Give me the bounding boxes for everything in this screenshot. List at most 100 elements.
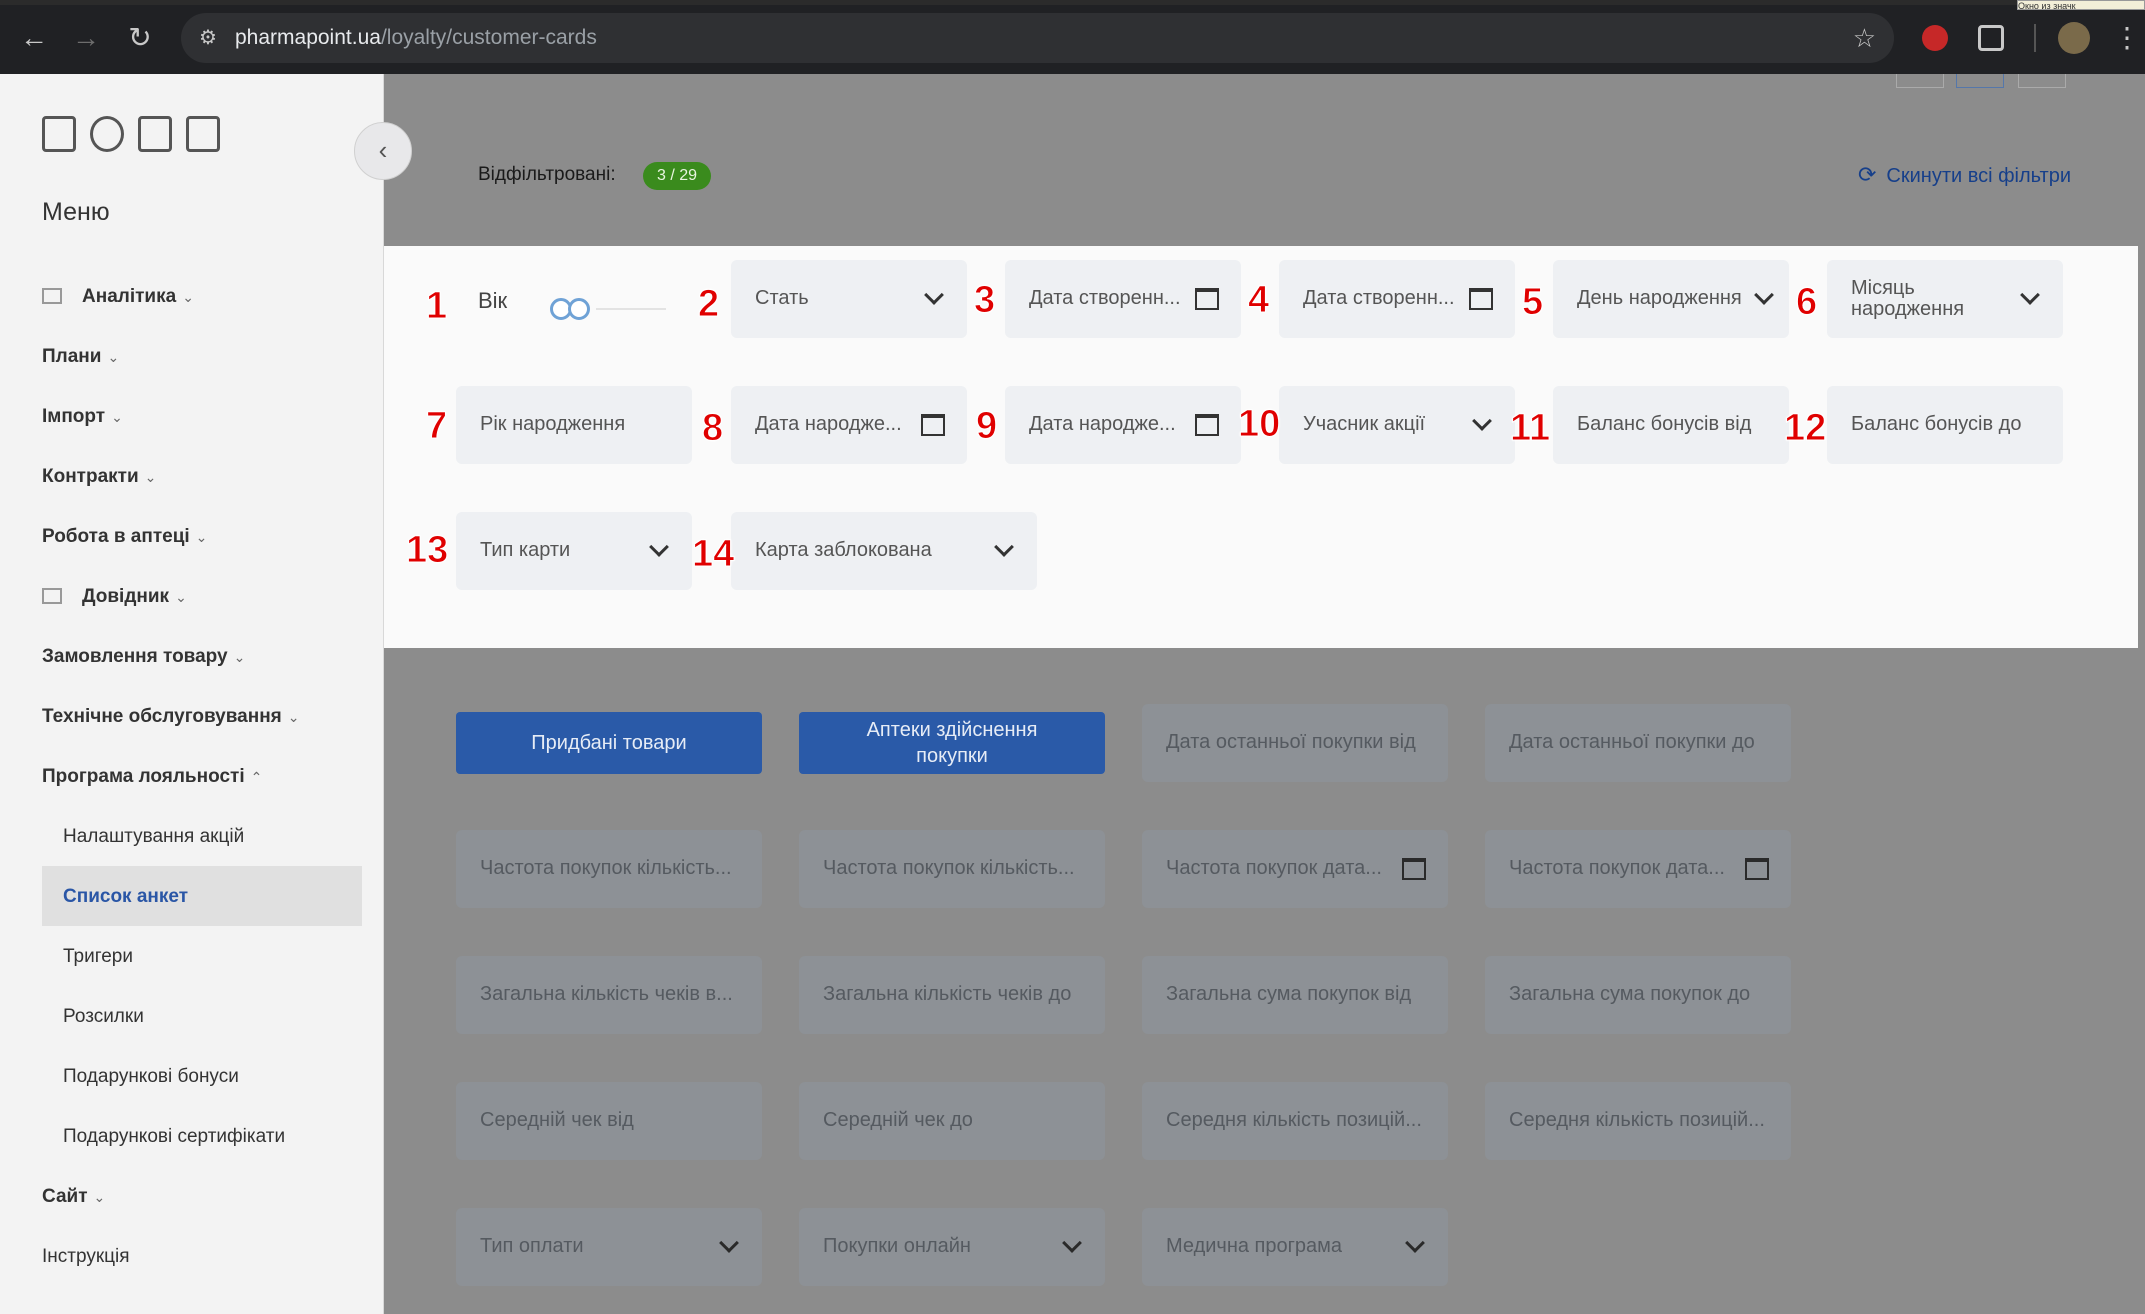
birth-date-to-field[interactable]: Дата народже... [1005,386,1241,464]
average-check-from-label: Середній чек від [480,1109,634,1131]
sidebar-subitem-gift-bonuses[interactable]: Подарункові бонуси [63,1066,239,1088]
sidebar-subitem-promo-settings[interactable]: Налаштування акцій [63,826,244,848]
birth-date-from-field[interactable]: Дата народже... [731,386,967,464]
chevron-down-icon: ⌄ [233,649,246,665]
extensions-puzzle-icon[interactable] [1978,25,2004,51]
chevron-down-icon [923,286,945,308]
sidebar-item-plans[interactable]: Плани ⌄ [42,346,119,368]
chevron-down-icon: ⌄ [107,349,120,365]
annotation-10: 10 [1237,403,1281,445]
sidebar-item-contracts[interactable]: Контракти ⌄ [42,466,156,488]
url-host: pharmapoint.ua [235,26,381,49]
sidebar-item-loyalty[interactable]: Програма лояльності ⌃ [42,766,262,788]
purchase-frequency-count-from-field[interactable]: Частота покупок кількість... [456,830,762,908]
sidebar-item-label: Робота в аптеці [42,526,190,547]
chevron-down-icon [993,538,1015,560]
birth-year-field[interactable]: Рік народження [456,386,692,464]
created-date-from-field[interactable]: Дата створенн... [1005,260,1241,338]
main-content: Відфільтровані: 3 / 29 ⟳ Скинути всі філь… [384,74,2145,1314]
sidebar-item-analytics[interactable]: Аналітика ⌄ [42,286,194,308]
extension-stop-icon[interactable] [1922,25,1948,51]
average-positions-to-field[interactable]: Середня кількість позицій... [1485,1082,1791,1160]
sidebar-item-maintenance[interactable]: Технічне обслуговування ⌄ [42,706,300,728]
total-sum-from-field[interactable]: Загальна сума покупок від [1142,956,1448,1034]
card-blocked-select[interactable]: Карта заблокована [731,512,1037,590]
total-checks-from-field[interactable]: Загальна кількість чеків в... [456,956,762,1034]
reload-icon[interactable]: ↻ [122,20,158,56]
book-icon[interactable] [186,116,220,152]
sidebar-item-instruction[interactable]: Інструкція [42,1246,130,1268]
average-check-to-field[interactable]: Середній чек до [799,1082,1105,1160]
view-toggle-2[interactable] [1956,74,2004,88]
site-info-icon[interactable]: ⚙ [195,25,221,51]
card-type-select[interactable]: Тип карти [456,512,692,590]
purchase-frequency-date-from-field[interactable]: Частота покупок дата... [1142,830,1448,908]
tab-strip [0,0,2145,5]
sidebar-subitem-mailings[interactable]: Розсилки [63,1006,144,1028]
table-icon [42,288,62,304]
birth-month-select[interactable]: Місяць народження [1827,260,2063,338]
view-toggle-3[interactable] [2018,74,2066,88]
chevron-down-icon [2019,286,2041,308]
box-icon[interactable] [42,116,76,152]
last-purchase-from-field[interactable]: Дата останньої покупки від [1142,704,1448,782]
sidebar-item-pharmacy-work[interactable]: Робота в аптеці ⌄ [42,526,207,548]
created-date-to-field[interactable]: Дата створенн... [1279,260,1515,338]
calendar-icon [1195,414,1219,436]
bookmark-star-icon[interactable]: ☆ [1853,23,1876,54]
sidebar-subitem-gift-certificates[interactable]: Подарункові сертифікати [63,1126,285,1148]
gender-select[interactable]: Стать [731,260,967,338]
total-checks-to-field[interactable]: Загальна кількість чеків до [799,956,1105,1034]
age-max-handle[interactable] [568,298,590,320]
payment-type-select[interactable]: Тип оплати [456,1208,762,1286]
reset-filters-link[interactable]: ⟳ Скинути всі фільтри [1858,162,2071,188]
medical-program-select[interactable]: Медична програма [1142,1208,1448,1286]
age-range-slider[interactable] [550,298,670,320]
sidebar-subitem-triggers[interactable]: Тригери [63,946,133,968]
online-purchases-select[interactable]: Покупки онлайн [799,1208,1105,1286]
calendar-icon [921,414,945,436]
purchase-frequency-count-to-field[interactable]: Частота покупок кількість... [799,830,1105,908]
sidebar-item-import[interactable]: Імпорт ⌄ [42,406,123,428]
menu-title: Меню [42,198,110,226]
collapse-sidebar-button[interactable]: ‹ [354,122,412,180]
sidebar-item-site[interactable]: Сайт ⌄ [42,1186,105,1208]
sidebar-item-orders[interactable]: Замовлення товару ⌄ [42,646,245,668]
back-icon[interactable]: ← [16,20,52,56]
total-checks-from-label: Загальна кількість чеків в... [480,983,733,1005]
annotation-9: 9 [975,405,998,447]
sidebar-item-directory[interactable]: Довідник ⌄ [42,586,187,608]
bonus-balance-to-field[interactable]: Баланс бонусів до [1827,386,2063,464]
document-icon[interactable] [138,116,172,152]
browser-menu-icon[interactable]: ⋮ [2112,20,2142,56]
pie-chart-icon[interactable] [90,116,124,152]
birthday-label: День народження [1577,287,1742,309]
chevron-down-icon: ⌄ [175,589,187,605]
view-toggle-1[interactable] [1896,74,1944,88]
sidebar-subitem-questionnaires[interactable]: Список анкет [63,886,188,908]
address-bar[interactable]: ⚙ pharmapoint.ua/loyalty/customer-cards … [181,13,1894,63]
age-track [596,308,666,310]
purchase-frequency-date-to-field[interactable]: Частота покупок дата... [1485,830,1791,908]
chevron-down-icon: ⌄ [195,529,208,545]
bonus-balance-from-field[interactable]: Баланс бонусів від [1553,386,1789,464]
total-sum-to-field[interactable]: Загальна сума покупок до [1485,956,1791,1034]
purchase-pharmacies-button[interactable]: Аптеки здійснення покупки [799,712,1105,774]
annotation-2: 2 [697,283,720,325]
purchased-goods-button[interactable]: Придбані товари [456,712,762,774]
annotation-5: 5 [1521,281,1544,323]
annotation-14: 14 [691,533,735,575]
average-positions-from-field[interactable]: Середня кількість позицій... [1142,1082,1448,1160]
chevron-down-icon [1404,1234,1426,1256]
annotation-3: 3 [973,279,996,321]
sidebar-item-label: Аналітика [82,286,177,307]
url-text[interactable]: pharmapoint.ua/loyalty/customer-cards [235,26,597,50]
average-check-from-field[interactable]: Середній чек від [456,1082,762,1160]
promo-participant-select[interactable]: Учасник акції [1279,386,1515,464]
birthday-select[interactable]: День народження [1553,260,1789,338]
chevron-up-icon: ⌃ [250,769,263,785]
forward-icon[interactable]: → [68,20,104,56]
last-purchase-from-label: Дата останньої покупки від [1166,731,1416,753]
profile-avatar[interactable] [2058,22,2090,54]
last-purchase-to-field[interactable]: Дата останньої покупки до [1485,704,1791,782]
